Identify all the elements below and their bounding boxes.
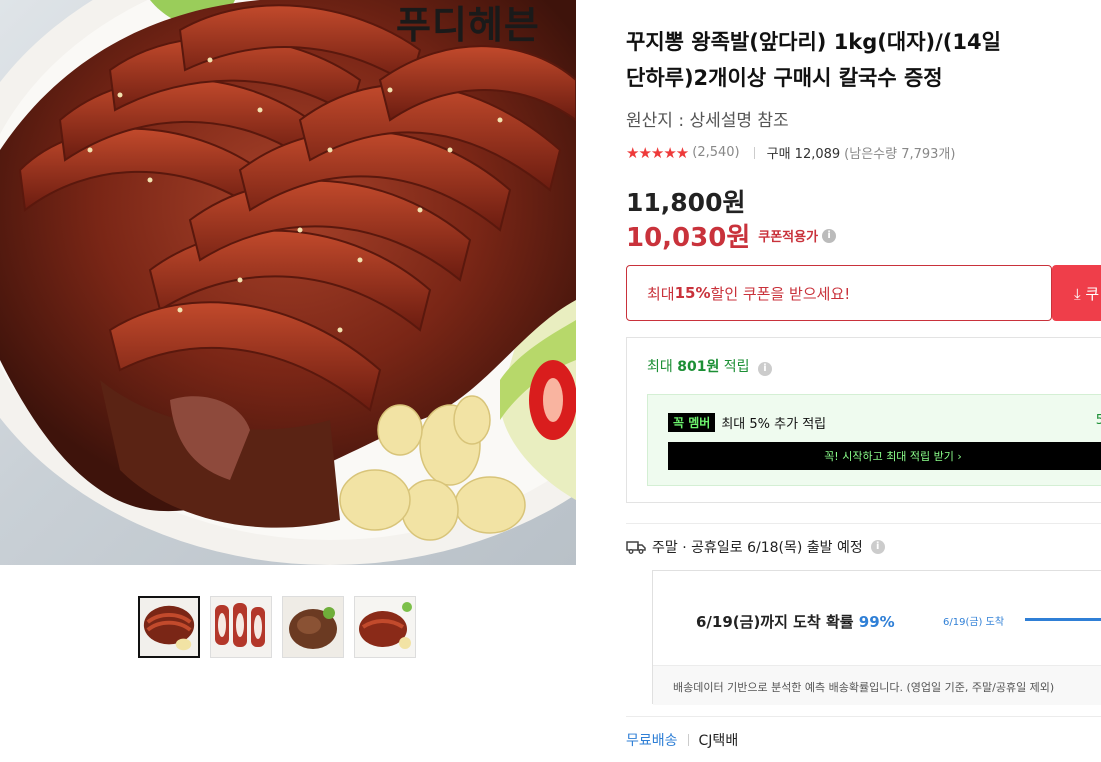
arrival-bar bbox=[1025, 618, 1101, 621]
thumbnail-1[interactable] bbox=[138, 596, 200, 658]
reward-amount: 801원 bbox=[677, 359, 720, 375]
free-shipping-link[interactable]: 무료배송 bbox=[626, 730, 678, 750]
coupon-percent: 15% bbox=[674, 284, 711, 302]
stock-remaining: (남은수량 7,793개) bbox=[844, 147, 956, 162]
sale-price-row: 10,030원 쿠폰적용가 i bbox=[626, 217, 837, 254]
delivery-method-row: 무료배송 CJ택배 bbox=[626, 730, 738, 750]
download-coupon-button[interactable]: ⤓ 쿠 bbox=[1052, 265, 1101, 321]
thumbnail-3[interactable] bbox=[282, 596, 344, 658]
divider bbox=[687, 734, 689, 746]
original-price: 11,800원 bbox=[626, 188, 746, 217]
truck-icon bbox=[626, 541, 646, 554]
member-row: 꼭 멤버 최대 5% 추가 적립 bbox=[668, 413, 826, 432]
shipping-notice: 주말 · 공휴일로 6/18(목) 출발 예정 bbox=[652, 540, 863, 556]
product-main-image[interactable]: 푸디헤븐 bbox=[0, 0, 576, 565]
member-reward-panel: 꼭 멤버 최대 5% 추가 적립 5 꼭! 시작하고 최대 적립 받기 › bbox=[647, 394, 1101, 486]
member-badge-part2: 멤버 bbox=[688, 416, 711, 430]
rating-stars[interactable]: ★★★★★ bbox=[626, 144, 689, 162]
arrival-date-label: 6/19(금) 도착 bbox=[943, 617, 1005, 628]
divider bbox=[753, 146, 755, 159]
arrival-percent: 99% bbox=[858, 613, 895, 631]
product-origin: 원산지 : 상세설명 참조 bbox=[626, 111, 789, 131]
arrival-probability: 6/19(금)까지 도착 확률 99% bbox=[696, 611, 895, 632]
info-icon[interactable]: i bbox=[822, 228, 837, 243]
thumbnail-image bbox=[283, 597, 343, 657]
purchase-count: 구매 12,089 bbox=[766, 147, 841, 162]
member-reward-text: 최대 5% 추가 적립 bbox=[721, 417, 827, 432]
review-count-link[interactable]: (2,540) bbox=[692, 145, 739, 160]
shipping-notice-row: 주말 · 공휴일로 6/18(목) 출발 예정 i bbox=[626, 537, 885, 557]
image-brand-text: 푸디헤븐 bbox=[396, 3, 540, 47]
reward-max: 최대 801원 적립 i bbox=[647, 356, 772, 376]
member-reward-rate: 5 bbox=[1095, 413, 1101, 428]
rating-row: ★★★★★ (2,540) 구매 12,089 (남은수량 7,793개) bbox=[626, 143, 956, 163]
member-badge: 꼭 멤버 bbox=[668, 413, 716, 432]
divider bbox=[626, 716, 1101, 717]
sale-price: 10,030원 bbox=[626, 223, 751, 253]
arrival-probability-box: 6/19(금)까지 도착 확률 99% 6/19(금) 도착 배송데이터 기반으… bbox=[652, 570, 1101, 705]
thumbnail-image bbox=[355, 597, 415, 657]
pork-hock-photo bbox=[0, 0, 576, 565]
divider bbox=[626, 523, 1101, 524]
carrier-name: CJ택배 bbox=[698, 733, 739, 749]
product-title: 꾸지뽕 왕족발(앞다리) 1kg(대자)/(14일 단하루)2개이상 구매시 칼… bbox=[626, 30, 1001, 90]
coupon-banner[interactable]: 최대 15% 할인 쿠폰을 받으세요! bbox=[626, 265, 1052, 321]
info-icon[interactable]: i bbox=[870, 540, 885, 554]
thumbnail-2[interactable] bbox=[210, 596, 272, 658]
thumbnail-image bbox=[140, 598, 198, 656]
coupon-text-prefix: 최대 bbox=[647, 284, 675, 303]
coupon-text-suffix: 할인 쿠폰을 받으세요! bbox=[710, 284, 851, 303]
member-badge-part1: 꼭 bbox=[673, 416, 685, 430]
coupon-price-label: 쿠폰적용가 bbox=[758, 230, 819, 245]
arrival-note: 배송데이터 기반으로 분석한 예측 배송확률입니다. (영업일 기준, 주말/공… bbox=[673, 681, 1055, 694]
arrival-prefix: 6/19(금)까지 도착 확률 bbox=[696, 613, 859, 631]
info-icon[interactable]: i bbox=[758, 362, 772, 376]
thumbnail-image bbox=[211, 597, 271, 657]
member-signup-button[interactable]: 꼭! 시작하고 최대 적립 받기 › bbox=[668, 442, 1101, 470]
reward-prefix: 최대 bbox=[647, 359, 678, 375]
reward-suffix: 적립 bbox=[719, 359, 750, 375]
reward-box: 최대 801원 적립 i 꼭 멤버 최대 5% 추가 적립 5 꼭! 시작하고 … bbox=[626, 337, 1101, 503]
thumbnail-4[interactable] bbox=[354, 596, 416, 658]
thumbnail-strip bbox=[138, 596, 416, 658]
